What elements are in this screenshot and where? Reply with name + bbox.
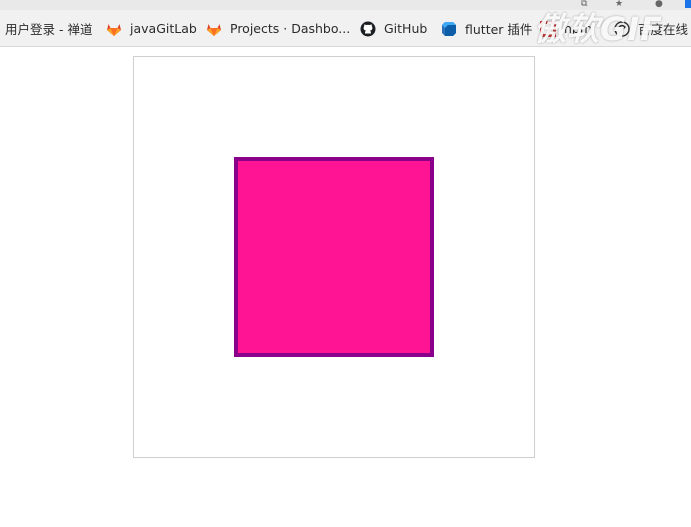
scroll-marker xyxy=(685,0,691,8)
canvas-stage xyxy=(133,56,535,458)
magenta-square xyxy=(234,157,434,357)
app-icon xyxy=(614,20,630,37)
github-icon xyxy=(360,21,376,37)
gitlab-icon xyxy=(106,21,122,37)
bookmark-item-baidu[interactable]: 百度在线 xyxy=(614,10,688,47)
window-controls: ⧉ ★ ● xyxy=(571,0,691,10)
dart-icon xyxy=(441,21,457,37)
bookmark-item-javagitlab[interactable]: javaGitLab xyxy=(106,10,197,47)
star-icon[interactable]: ★ xyxy=(615,0,627,8)
page-content xyxy=(0,47,691,527)
bookmarks-bar: 用户登录 - 禅道 javaGitLab Projects · Dashbo..… xyxy=(0,10,691,47)
bookmark-label: GitHub xyxy=(384,21,428,36)
browser-top-strip: ⧉ ★ ● xyxy=(0,0,691,10)
avatar[interactable]: ● xyxy=(655,0,669,8)
bookmark-label: 百度在线 xyxy=(638,22,689,37)
bookmark-label: Projects · Dashbo... xyxy=(230,21,351,36)
extension-icon[interactable]: ⧉ xyxy=(581,0,593,8)
npm-icon xyxy=(540,20,556,37)
bookmark-label: javaGitLab xyxy=(130,21,197,36)
bookmark-item-projects-dashboard[interactable]: Projects · Dashbo... xyxy=(206,10,350,47)
bookmark-label: npm xyxy=(564,21,593,36)
bookmark-label: 用户登录 - 禅道 xyxy=(5,22,93,37)
bookmark-item-flutter[interactable]: flutter 插件 xyxy=(441,10,532,47)
bookmark-item-zentao[interactable]: 用户登录 - 禅道 xyxy=(5,10,92,47)
bookmark-label: flutter 插件 xyxy=(465,22,533,37)
bookmark-item-github[interactable]: GitHub xyxy=(360,10,427,47)
bookmark-item-npm[interactable]: npm xyxy=(540,10,592,47)
gitlab-icon xyxy=(206,21,222,37)
